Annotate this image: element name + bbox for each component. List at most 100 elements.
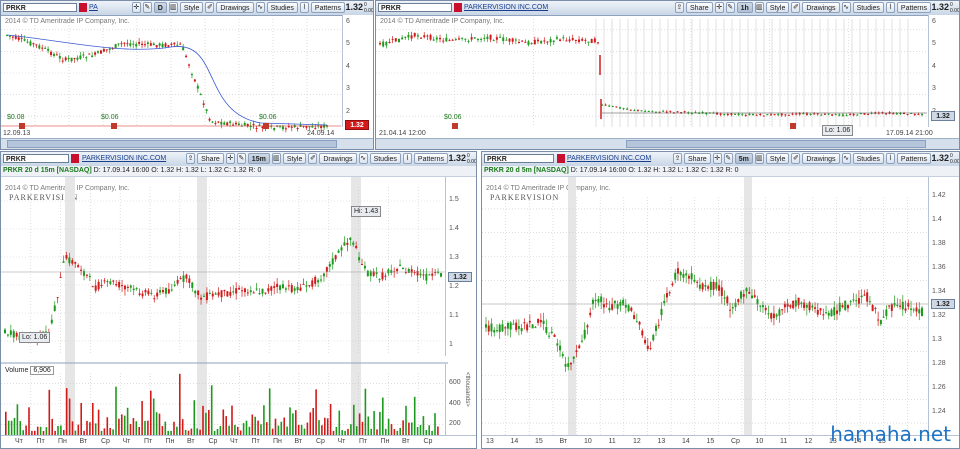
crosshair-icon[interactable]: ✛: [712, 153, 722, 164]
share-icon[interactable]: ⇪: [673, 153, 682, 164]
candle-body: [827, 312, 830, 316]
crosshair-icon[interactable]: ✛: [714, 2, 724, 13]
candle-body: [152, 43, 155, 46]
style-icon[interactable]: ▥: [168, 2, 178, 13]
x-tick: 13: [486, 438, 494, 445]
volume-bar: [274, 418, 277, 435]
chart-navigator[interactable]: [376, 138, 959, 149]
patterns-button[interactable]: Patterns: [310, 2, 345, 13]
company-link[interactable]: PARKERVISION INC.COM: [464, 3, 548, 13]
studies-icon[interactable]: ∿: [255, 2, 265, 13]
share-button[interactable]: Share: [197, 153, 224, 164]
drawings-icon[interactable]: ✐: [308, 153, 318, 164]
candle-body: [79, 55, 82, 59]
volume-bar: [135, 421, 138, 435]
price-axis[interactable]: 6 5 4 3 2 1.32: [342, 15, 373, 130]
style-button[interactable]: Style: [765, 153, 790, 164]
style-button[interactable]: Style: [179, 2, 204, 13]
candle-body: [270, 286, 273, 291]
candle-body: [549, 39, 552, 43]
patterns-icon[interactable]: ⌇: [402, 153, 412, 164]
crosshair-icon[interactable]: ✛: [225, 153, 235, 164]
pencil-icon[interactable]: ✎: [142, 2, 152, 13]
price-plot[interactable]: [1, 177, 448, 449]
studies-button[interactable]: Studies: [852, 2, 884, 13]
drawings-button[interactable]: Drawings: [802, 2, 840, 13]
price-axis[interactable]: 1.5 1.4 1.3 1.2 1.1 1 1.32: [445, 177, 476, 356]
navigator-thumb[interactable]: [7, 140, 337, 148]
share-icon[interactable]: ⇪: [674, 2, 684, 13]
candle-body: [4, 329, 6, 334]
patterns-icon[interactable]: ⌇: [885, 153, 895, 164]
candle-body: [117, 43, 120, 45]
patterns-button[interactable]: Patterns: [896, 153, 931, 164]
candle-body: [618, 107, 621, 109]
candle-body: [328, 263, 331, 267]
interval-button[interactable]: 1h: [736, 2, 753, 13]
pencil-icon[interactable]: ✎: [236, 153, 246, 164]
patterns-button[interactable]: Patterns: [896, 2, 931, 13]
candle-body: [651, 111, 654, 113]
candle-body: [141, 43, 144, 46]
candle-body: [129, 43, 132, 46]
price-axis[interactable]: 6 5 4 3 2 1.32: [928, 15, 959, 127]
studies-icon[interactable]: ∿: [841, 153, 851, 164]
candle-body: [638, 321, 641, 325]
studies-button[interactable]: Studies: [266, 2, 298, 13]
style-button[interactable]: Style: [765, 2, 790, 13]
price-plot[interactable]: [1, 15, 341, 133]
symbol-input[interactable]: PRKR: [484, 154, 554, 163]
pencil-icon[interactable]: ✎: [723, 153, 733, 164]
price-axis[interactable]: 1.42 1.4 1.38 1.36 1.34 1.32 1.3 1.28 1.26 1.24 1.…: [928, 177, 959, 436]
price-plot[interactable]: [482, 177, 931, 449]
interval-button[interactable]: 15m: [247, 153, 270, 164]
style-icon[interactable]: ▥: [754, 153, 764, 164]
interval-button[interactable]: 5m: [734, 153, 753, 164]
style-button[interactable]: Style: [282, 153, 307, 164]
candle-body: [825, 312, 828, 314]
candle-body: [737, 299, 740, 303]
share-icon[interactable]: ⇪: [186, 153, 196, 164]
navigator-thumb[interactable]: [626, 140, 926, 148]
drawings-icon[interactable]: ✐: [791, 2, 801, 13]
patterns-icon[interactable]: ⌇: [299, 2, 309, 13]
symbol-input[interactable]: PRKR: [3, 154, 69, 163]
studies-button[interactable]: Studies: [369, 153, 401, 164]
candle-body: [652, 334, 655, 341]
studies-icon[interactable]: ∿: [358, 153, 368, 164]
volume-bar: [367, 416, 370, 435]
drawings-button[interactable]: Drawings: [802, 153, 840, 164]
interval-button[interactable]: D: [153, 2, 167, 13]
drawings-button[interactable]: Drawings: [216, 2, 254, 13]
y-tick: 1.3: [932, 336, 942, 343]
style-icon[interactable]: ▥: [271, 153, 281, 164]
patterns-icon[interactable]: ⌇: [885, 2, 895, 13]
volume-axis[interactable]: 600 400 200 <thousands>: [445, 364, 476, 436]
chart-navigator[interactable]: [1, 138, 373, 149]
style-icon[interactable]: ▥: [754, 2, 764, 13]
drawings-button[interactable]: Drawings: [319, 153, 357, 164]
candle-body: [731, 307, 734, 309]
studies-button[interactable]: Studies: [852, 153, 884, 164]
patterns-button[interactable]: Patterns: [413, 153, 448, 164]
drawings-icon[interactable]: ✐: [205, 2, 215, 13]
share-button[interactable]: Share: [684, 153, 711, 164]
candle-body: [61, 60, 64, 62]
dividend-icon[interactable]: [452, 123, 458, 129]
symbol-input[interactable]: PRKR: [378, 3, 452, 12]
share-button[interactable]: Share: [685, 2, 713, 13]
company-link[interactable]: PA: [89, 3, 98, 13]
dividend-icon[interactable]: [19, 123, 25, 129]
drawings-icon[interactable]: ✐: [791, 153, 801, 164]
symbol-input[interactable]: PRKR: [3, 3, 77, 12]
crosshair-icon[interactable]: ✛: [131, 2, 141, 13]
pencil-icon[interactable]: ✎: [725, 2, 735, 13]
dividend-icon[interactable]: [790, 123, 796, 129]
time-axis[interactable]: Чт Пт Пн Вт Ср Чт Пт Пн Вт Ср Чт Пт Пн Вт Ср Чт Пт Пн Вт Ср: [1, 435, 476, 448]
dividend-icon[interactable]: [263, 123, 269, 129]
company-link[interactable]: PARKERVISION INC.COM: [567, 154, 651, 164]
y-tick: 1.4: [932, 216, 942, 223]
studies-icon[interactable]: ∿: [841, 2, 851, 13]
company-link[interactable]: PARKERVISION INC.COM: [82, 154, 166, 164]
dividend-icon[interactable]: [111, 123, 117, 129]
